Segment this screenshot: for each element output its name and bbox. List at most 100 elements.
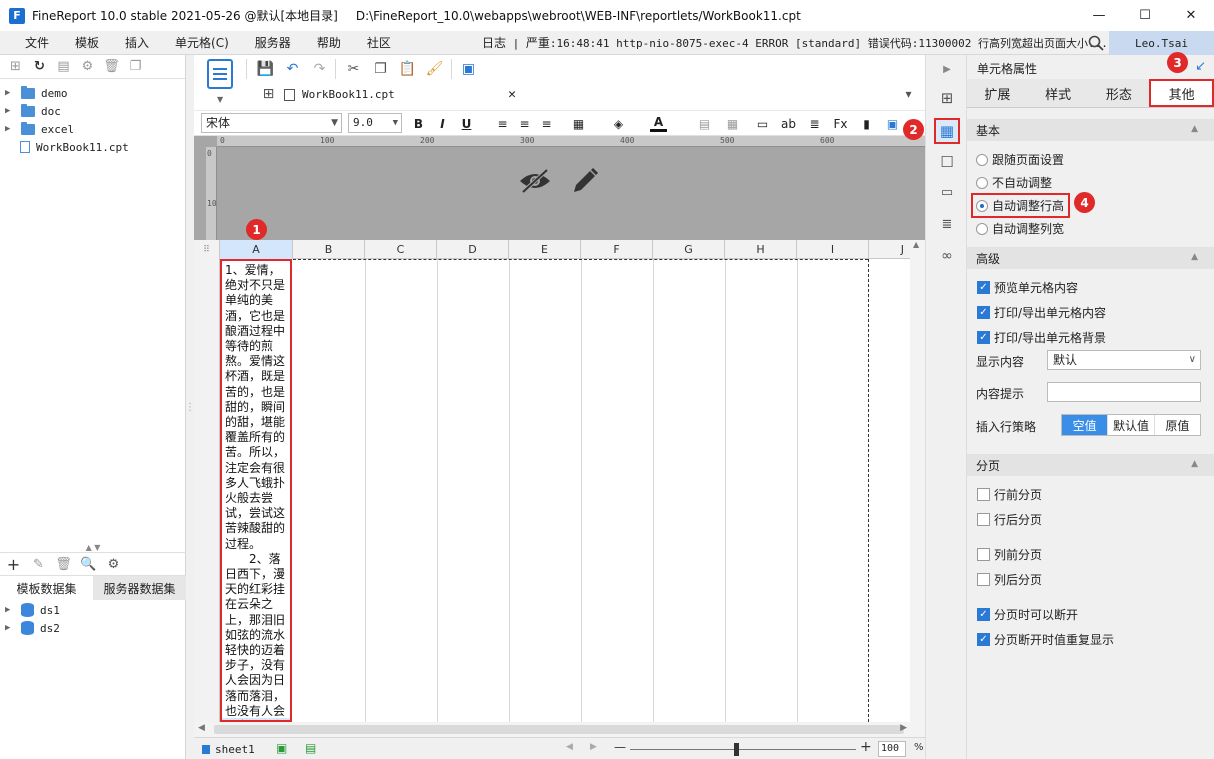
col-header-h[interactable]: H: [725, 240, 797, 259]
prev-sheet-icon[interactable]: ◀: [566, 742, 573, 752]
radio-auto-col-width[interactable]: 自动调整列宽: [976, 220, 1064, 237]
copy-icon[interactable]: ❐: [372, 60, 389, 77]
check-can-break[interactable]: ✓ 分页时可以断开: [977, 606, 1078, 623]
check-print-content[interactable]: ✓ 打印/导出单元格内容: [977, 304, 1106, 321]
section-basic[interactable]: 基本 ▲: [967, 119, 1214, 141]
user-name[interactable]: Leo.Tsai: [1109, 31, 1214, 55]
rich-text-icon[interactable]: ≣: [806, 115, 823, 132]
tab-server-dataset[interactable]: 服务器数据集: [93, 576, 186, 600]
unmerge-icon[interactable]: ▦: [724, 115, 741, 132]
log-message[interactable]: 日志 | 严重:16:48:41 http-nio-8075-exec-4 ER…: [482, 31, 1108, 55]
delete-dataset-icon[interactable]: 🗑: [55, 557, 72, 572]
menu-template[interactable]: 模板: [62, 34, 112, 51]
sheet-tab-sheet1[interactable]: sheet1: [202, 740, 255, 758]
expand-arrow-icon[interactable]: ▶: [5, 605, 15, 615]
menu-community[interactable]: 社区: [354, 34, 404, 51]
tree-item-demo[interactable]: ▶ demo: [0, 84, 185, 102]
maximize-button[interactable]: ☐: [1122, 0, 1168, 31]
delete-icon[interactable]: 🗑: [103, 59, 120, 74]
expand-panel-icon[interactable]: ▶: [936, 58, 958, 80]
dataset-item-ds1[interactable]: ▶ ds1: [0, 601, 186, 619]
col-header-b[interactable]: B: [293, 240, 365, 259]
cut-icon[interactable]: ✂: [345, 60, 362, 77]
tab-style[interactable]: 样式: [1028, 79, 1089, 107]
merge-cells-icon[interactable]: ▤: [696, 115, 713, 132]
zoom-input[interactable]: 100: [878, 741, 906, 757]
menu-insert[interactable]: 插入: [112, 34, 162, 51]
check-page-before-row[interactable]: 行前分页: [977, 486, 1042, 503]
scroll-up-icon[interactable]: ▲: [913, 240, 919, 249]
italic-icon[interactable]: I: [434, 115, 451, 132]
expand-arrow-icon[interactable]: ▶: [5, 106, 15, 116]
formula-icon[interactable]: Fx: [832, 115, 849, 132]
align-left-icon[interactable]: ≡: [494, 115, 511, 132]
tab-expand[interactable]: 扩展: [967, 79, 1028, 107]
dataset-settings-icon[interactable]: ⚙: [106, 557, 121, 572]
insert-option-null[interactable]: 空值: [1062, 415, 1109, 435]
menu-file[interactable]: 文件: [12, 34, 62, 51]
settings-icon[interactable]: ⚙: [80, 59, 95, 74]
collapse-panel-icon[interactable]: ↙: [1195, 59, 1206, 74]
undo-icon[interactable]: ↶: [284, 60, 301, 77]
add-poly-sheet-icon[interactable]: ▤: [305, 741, 316, 755]
insert-option-original[interactable]: 原值: [1155, 415, 1200, 435]
save-icon[interactable]: 💾: [257, 60, 274, 77]
new-template-button[interactable]: [207, 59, 233, 89]
refresh-icon[interactable]: ↻: [32, 59, 47, 74]
tab-template-dataset[interactable]: 模板数据集: [0, 576, 93, 600]
col-header-e[interactable]: E: [509, 240, 581, 259]
col-header-i[interactable]: I: [797, 240, 869, 259]
new-template-icon[interactable]: ⊞: [8, 59, 23, 74]
align-center-icon[interactable]: ≡: [516, 115, 533, 132]
minimize-button[interactable]: —: [1076, 0, 1122, 31]
check-preview-content[interactable]: ✓ 预览单元格内容: [977, 279, 1078, 296]
border-icon[interactable]: ▦: [570, 115, 587, 132]
radio-no-adjust[interactable]: 不自动调整: [976, 174, 1052, 191]
check-page-after-col[interactable]: 列后分页: [977, 571, 1042, 588]
horizontal-scrollbar[interactable]: ◀ ▶: [194, 722, 925, 737]
expand-arrow-icon[interactable]: ▶: [5, 88, 15, 98]
add-dataset-icon[interactable]: +: [6, 555, 21, 574]
section-advanced[interactable]: 高级 ▲: [967, 247, 1214, 269]
search-icon[interactable]: [1088, 35, 1104, 51]
col-header-c[interactable]: C: [365, 240, 437, 259]
menu-server[interactable]: 服务器: [242, 34, 304, 51]
menu-help[interactable]: 帮助: [304, 34, 354, 51]
close-button[interactable]: ✕: [1168, 0, 1214, 31]
tab-shape[interactable]: 形态: [1089, 79, 1150, 107]
vertical-splitter[interactable]: ⋮: [185, 55, 195, 759]
chevron-down-icon[interactable]: ▼: [217, 95, 223, 104]
zoom-out-button[interactable]: —: [614, 740, 626, 754]
fill-color-icon[interactable]: ◈: [610, 115, 627, 132]
cell-element-icon[interactable]: ⊞: [936, 87, 958, 109]
menu-cell[interactable]: 单元格(C): [162, 34, 242, 51]
preview-template-icon[interactable]: ▣: [460, 60, 477, 77]
zoom-slider-handle[interactable]: [734, 743, 739, 756]
next-sheet-icon[interactable]: ▶: [590, 742, 597, 752]
scroll-right-icon[interactable]: ▶: [900, 723, 907, 733]
tree-item-doc[interactable]: ▶ doc: [0, 102, 185, 120]
align-right-icon[interactable]: ≡: [538, 115, 555, 132]
chevron-down-icon[interactable]: ▾: [900, 85, 917, 102]
zoom-in-button[interactable]: +: [860, 739, 872, 755]
col-header-a[interactable]: A: [220, 240, 293, 259]
bold-icon[interactable]: B: [410, 115, 427, 132]
edit-icon[interactable]: ✎: [31, 557, 46, 572]
col-header-g[interactable]: G: [653, 240, 725, 259]
radio-follow-page[interactable]: 跟随页面设置: [976, 151, 1064, 168]
tab-workbook11[interactable]: WorkBook11.cpt ✕: [284, 82, 524, 107]
format-painter-icon[interactable]: 🖌: [426, 60, 444, 77]
grid-icon[interactable]: ⊞: [260, 85, 277, 102]
font-size-select[interactable]: 9.0 ▼: [348, 113, 402, 133]
radio-auto-row-height[interactable]: 自动调整行高: [971, 193, 1071, 218]
col-header-d[interactable]: D: [437, 240, 509, 259]
display-content-select[interactable]: 默认 ∨: [1047, 350, 1201, 370]
content-tip-input[interactable]: [1047, 382, 1201, 402]
bar-code-icon[interactable]: ▭: [754, 115, 771, 132]
col-header-f[interactable]: F: [581, 240, 653, 259]
tab-other[interactable]: 其他: [1149, 79, 1214, 107]
cell-attributes-icon[interactable]: ▦: [934, 118, 960, 144]
scroll-thumb[interactable]: [214, 725, 904, 734]
underline-icon[interactable]: U: [458, 115, 475, 132]
cell-a1[interactable]: 1、爱情，绝对不只是单纯的美酒，它也是酿酒过程中等待的煎熬。爱情这杯酒，既是苦的…: [220, 259, 292, 722]
